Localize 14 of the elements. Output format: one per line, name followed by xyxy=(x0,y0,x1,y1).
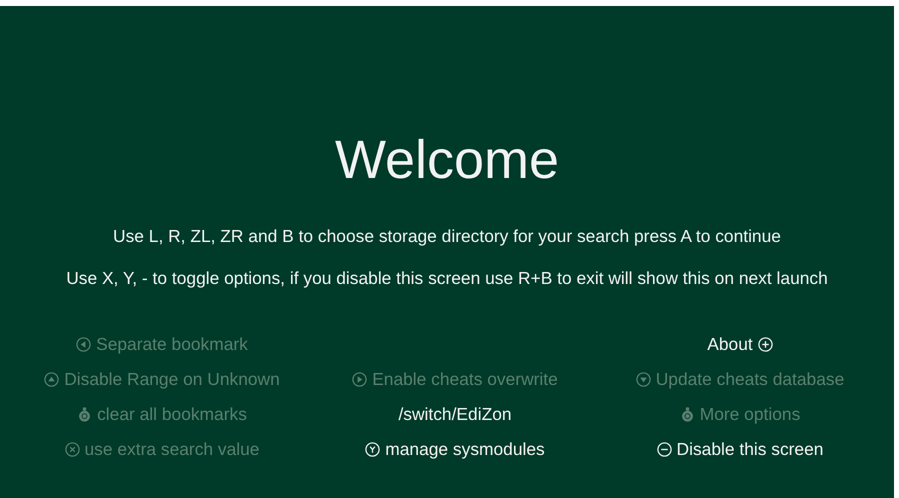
option-item[interactable]: More options xyxy=(586,402,894,426)
option-item[interactable]: Disable Range on Unknown xyxy=(0,367,324,391)
option-item[interactable]: /switch/EdiZon xyxy=(324,402,586,426)
option-item[interactable]: Separate bookmark xyxy=(0,332,324,356)
option-item[interactable]: About xyxy=(586,332,894,356)
instruction-text: Use X, Y, - to toggle options, if you disable this screen use R+B to exit will show this on next launch xyxy=(66,267,828,290)
option-item[interactable]: Update cheats database xyxy=(586,367,894,391)
option-item[interactable]: use extra search value xyxy=(0,437,324,461)
option-item[interactable]: Enable cheats overwrite xyxy=(324,367,586,391)
option-item[interactable]: manage sysmodules xyxy=(324,437,586,461)
option-item[interactable]: Disable this screen xyxy=(586,437,894,461)
welcome-title: Welcome xyxy=(334,129,560,192)
option-item[interactable]: clear all bookmarks xyxy=(0,402,324,426)
instruction-text: Use L, R, ZL, ZR and B to choose storage directory for your search press A to continue xyxy=(113,225,781,248)
